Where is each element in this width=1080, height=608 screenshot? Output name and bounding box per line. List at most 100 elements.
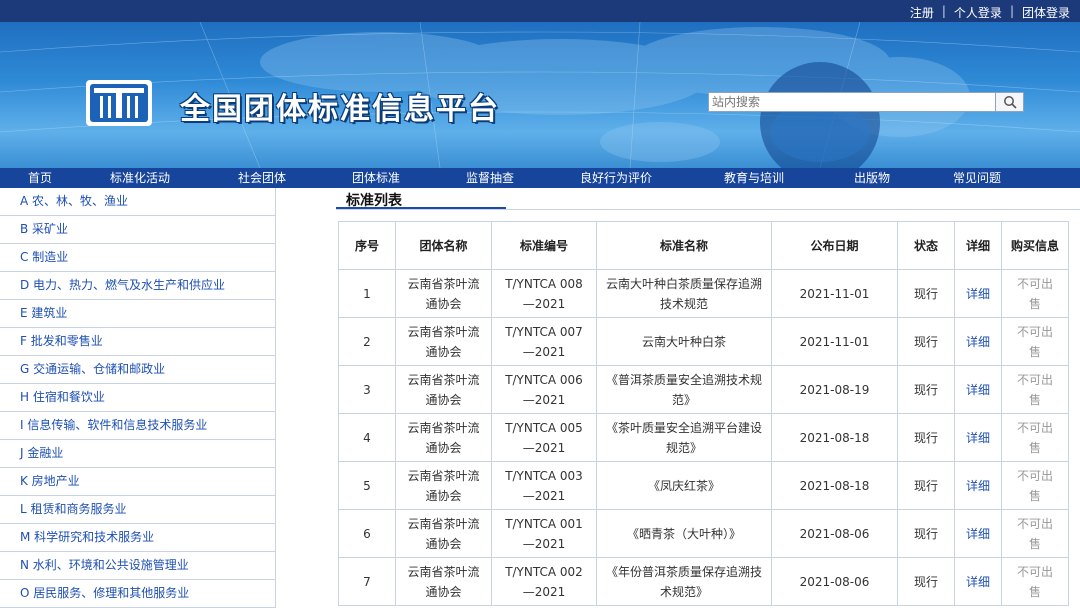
sidebar-item[interactable]: N 水利、环境和公共设施管理业 xyxy=(0,552,275,580)
standard-code: T/YNTCA 003—2021 xyxy=(491,461,597,510)
nav-item-home[interactable]: 首页 xyxy=(28,168,52,188)
sidebar-item[interactable]: H 住宿和餐饮业 xyxy=(0,384,275,412)
column-header: 公布日期 xyxy=(771,221,898,270)
publish-date: 2021-11-01 xyxy=(771,269,898,318)
divider xyxy=(336,209,1080,210)
standard-code: T/YNTCA 005—2021 xyxy=(491,413,597,462)
sidebar-item[interactable]: M 科学研究和技术服务业 xyxy=(0,524,275,552)
search-input[interactable] xyxy=(708,92,996,112)
standard-code: T/YNTCA 001—2021 xyxy=(491,509,597,558)
column-header: 标准编号 xyxy=(491,221,597,270)
standards-table: 序号 团体名称 标准编号 标准名称 公布日期 状态 详细 购买信息 1 云南省茶叶… xyxy=(338,221,1069,606)
main-nav: 首页 标准化活动 社会团体 团体标准 监督抽查 良好行为评价 教育与培训 出版物… xyxy=(0,168,1080,188)
table-header-row: 序号 团体名称 标准编号 标准名称 公布日期 状态 详细 购买信息 xyxy=(338,221,1069,270)
sidebar-item[interactable]: C 制造业 xyxy=(0,244,275,272)
site-search xyxy=(708,92,1024,112)
status-text: 现行 xyxy=(897,557,955,606)
detail-link[interactable]: 详细 xyxy=(954,461,1002,510)
row-number: 5 xyxy=(338,461,396,510)
standards-list-panel: 标准列表 序号 团体名称 标准编号 标准名称 公布日期 状态 详细 购买信息 1… xyxy=(336,188,1080,606)
detail-link[interactable]: 详细 xyxy=(954,365,1002,414)
personal-login-link[interactable]: 个人登录 xyxy=(950,4,1006,21)
column-header: 标准名称 xyxy=(596,221,772,270)
sidebar-item[interactable]: D 电力、热力、燃气及水生产和供应业 xyxy=(0,272,275,300)
sidebar-item[interactable]: A 农、林、牧、渔业 xyxy=(0,188,275,216)
top-bar: 注册 | 个人登录 | 团体登录 xyxy=(0,0,1080,22)
sidebar-item[interactable]: I 信息传输、软件和信息技术服务业 xyxy=(0,412,275,440)
table-row: 3 云南省茶叶流通协会 T/YNTCA 006—2021 《普洱茶质量安全追溯技术规范… xyxy=(338,365,1069,414)
purchase-info: 不可出售 xyxy=(1001,317,1069,366)
nav-item-supervision[interactable]: 监督抽查 xyxy=(466,168,514,188)
table-row: 5 云南省茶叶流通协会 T/YNTCA 003—2021 《凤庆红茶》 2021-08-… xyxy=(338,461,1069,510)
detail-link[interactable]: 详细 xyxy=(954,317,1002,366)
purchase-info: 不可出售 xyxy=(1001,413,1069,462)
org-name: 云南省茶叶流通协会 xyxy=(395,509,492,558)
org-name: 云南省茶叶流通协会 xyxy=(395,557,492,606)
standard-code: T/YNTCA 002—2021 xyxy=(491,557,597,606)
sidebar-item[interactable]: B 采矿业 xyxy=(0,216,275,244)
section-title: 标准列表 xyxy=(336,188,506,210)
site-title: 全国团体标准信息平台 xyxy=(180,92,500,127)
standard-name: 《年份普洱茶质量保存追溯技术规范》 xyxy=(596,557,772,606)
row-number: 6 xyxy=(338,509,396,558)
register-link[interactable]: 注册 xyxy=(906,4,938,21)
row-number: 1 xyxy=(338,269,396,318)
publish-date: 2021-08-06 xyxy=(771,509,898,558)
sidebar-item[interactable]: G 交通运输、仓储和邮政业 xyxy=(0,356,275,384)
standard-name: 云南大叶种白茶质量保存追溯技术规范 xyxy=(596,269,772,318)
separator: | xyxy=(1009,4,1014,18)
platform-logo-icon xyxy=(86,80,152,126)
sidebar-item[interactable]: F 批发和零售业 xyxy=(0,328,275,356)
standard-code: T/YNTCA 006—2021 xyxy=(491,365,597,414)
standard-name: 《凤庆红茶》 xyxy=(596,461,772,510)
detail-link[interactable]: 详细 xyxy=(954,269,1002,318)
nav-item-group-standards[interactable]: 团体标准 xyxy=(352,168,400,188)
purchase-info: 不可出售 xyxy=(1001,461,1069,510)
row-number: 7 xyxy=(338,557,396,606)
table-row: 2 云南省茶叶流通协会 T/YNTCA 007—2021 云南大叶种白茶 2021-11… xyxy=(338,317,1069,366)
search-icon xyxy=(1003,96,1017,109)
row-number: 4 xyxy=(338,413,396,462)
column-header: 状态 xyxy=(897,221,955,270)
group-login-link[interactable]: 团体登录 xyxy=(1018,4,1074,21)
standard-name: 《晒青茶（大叶种）》 xyxy=(596,509,772,558)
column-header: 团体名称 xyxy=(395,221,492,270)
row-number: 3 xyxy=(338,365,396,414)
nav-item-faq[interactable]: 常见问题 xyxy=(953,168,1001,188)
sidebar-item[interactable]: L 租赁和商务服务业 xyxy=(0,496,275,524)
row-number: 2 xyxy=(338,317,396,366)
sidebar-item[interactable]: J 金融业 xyxy=(0,440,275,468)
publish-date: 2021-11-01 xyxy=(771,317,898,366)
standard-name: 云南大叶种白茶 xyxy=(596,317,772,366)
standard-name: 《茶叶质量安全追溯平台建设规范》 xyxy=(596,413,772,462)
sidebar-item[interactable]: K 房地产业 xyxy=(0,468,275,496)
sidebar-item[interactable]: O 居民服务、修理和其他服务业 xyxy=(0,580,275,608)
standard-code: T/YNTCA 008—2021 xyxy=(491,269,597,318)
detail-link[interactable]: 详细 xyxy=(954,557,1002,606)
table-row: 4 云南省茶叶流通协会 T/YNTCA 005—2021 《茶叶质量安全追溯平台建设规… xyxy=(338,413,1069,462)
nav-item-good-behavior[interactable]: 良好行为评价 xyxy=(580,168,652,188)
purchase-info: 不可出售 xyxy=(1001,365,1069,414)
sidebar-item[interactable]: E 建筑业 xyxy=(0,300,275,328)
detail-link[interactable]: 详细 xyxy=(954,413,1002,462)
search-button[interactable] xyxy=(996,92,1024,112)
standard-code: T/YNTCA 007—2021 xyxy=(491,317,597,366)
status-text: 现行 xyxy=(897,269,955,318)
org-name: 云南省茶叶流通协会 xyxy=(395,317,492,366)
org-name: 云南省茶叶流通协会 xyxy=(395,461,492,510)
org-name: 云南省茶叶流通协会 xyxy=(395,413,492,462)
status-text: 现行 xyxy=(897,509,955,558)
nav-item-standardization[interactable]: 标准化活动 xyxy=(110,168,170,188)
status-text: 现行 xyxy=(897,461,955,510)
account-links: 注册 | 个人登录 | 团体登录 xyxy=(906,4,1074,21)
table-row: 1 云南省茶叶流通协会 T/YNTCA 008—2021 云南大叶种白茶质量保存追溯技… xyxy=(338,269,1069,318)
detail-link[interactable]: 详细 xyxy=(954,509,1002,558)
purchase-info: 不可出售 xyxy=(1001,269,1069,318)
standard-name: 《普洱茶质量安全追溯技术规范》 xyxy=(596,365,772,414)
org-name: 云南省茶叶流通协会 xyxy=(395,269,492,318)
nav-item-social-groups[interactable]: 社会团体 xyxy=(238,168,286,188)
nav-item-publications[interactable]: 出版物 xyxy=(854,168,890,188)
nav-item-education[interactable]: 教育与培训 xyxy=(724,168,784,188)
publish-date: 2021-08-18 xyxy=(771,413,898,462)
column-header: 详细 xyxy=(954,221,1002,270)
